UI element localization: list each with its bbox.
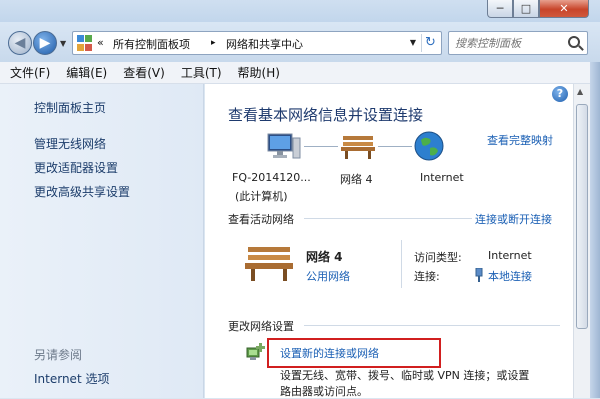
active-networks-title: 查看活动网络 — [228, 213, 294, 226]
network-type-link[interactable]: 公用网络 — [306, 268, 350, 284]
map-network-name: 网络 4 — [340, 173, 373, 186]
connections-label: 连接: — [414, 270, 440, 283]
maximize-button[interactable]: □ — [513, 0, 539, 18]
sidebar-item-control-panel-home[interactable]: 控制面板主页 — [34, 99, 106, 116]
breadcrumb-overflow[interactable]: « — [97, 36, 104, 49]
breadcrumb-separator[interactable]: ▸ — [211, 38, 216, 48]
menu-edit[interactable]: 编辑(E) — [56, 64, 113, 81]
network-bench-icon-large — [245, 247, 293, 281]
computer-icon[interactable] — [266, 130, 302, 162]
page-title: 查看基本网络信息并设置连接 — [228, 106, 424, 124]
menu-file[interactable]: 文件(F) — [0, 64, 56, 81]
forward-button[interactable]: ▶ — [33, 31, 57, 55]
refresh-icon[interactable]: ↻ — [421, 34, 439, 52]
connect-disconnect-link[interactable]: 连接或断开连接 — [475, 211, 552, 227]
breadcrumb-all-control-panel[interactable]: 所有控制面板项 — [113, 36, 190, 52]
access-type-value: Internet — [488, 249, 532, 262]
map-internet-label: Internet — [420, 171, 464, 184]
new-connection-icon — [246, 343, 265, 360]
help-icon[interactable]: ? — [552, 86, 568, 102]
ethernet-icon — [475, 268, 483, 282]
local-connection-link[interactable]: 本地连接 — [488, 268, 532, 284]
internet-globe-icon[interactable] — [413, 130, 445, 162]
highlight-box — [267, 338, 441, 368]
navigation-bar: ◀ ▶ ▼ « 所有控制面板项 ▸ 网络和共享中心 ▼ ↻ — [0, 22, 600, 62]
menu-help[interactable]: 帮助(H) — [228, 64, 286, 81]
menu-bar: 文件(F) 编辑(E) 查看(V) 工具(T) 帮助(H) — [0, 62, 600, 84]
setup-description-line2: 路由器或访问点。 — [280, 385, 368, 398]
sidebar-item-manage-wireless[interactable]: 管理无线网络 — [34, 135, 106, 152]
minimize-button[interactable]: ─ — [487, 0, 513, 18]
see-also-title: 另请参阅 — [34, 348, 83, 362]
section-divider — [304, 218, 472, 219]
map-connector — [378, 146, 412, 147]
menu-tools[interactable]: 工具(T) — [171, 64, 228, 81]
left-task-pane: 控制面板主页 管理无线网络 更改适配器设置 更改高级共享设置 另请参阅 Inte… — [0, 84, 204, 398]
sidebar-item-internet-options[interactable]: Internet 选项 — [34, 370, 109, 387]
vertical-divider — [401, 240, 402, 288]
active-network-name: 网络 4 — [306, 250, 343, 264]
address-bar[interactable]: « 所有控制面板项 ▸ 网络和共享中心 ▼ ↻ — [72, 31, 442, 55]
computer-name: FQ-2014120... — [232, 171, 311, 184]
control-panel-icon — [77, 35, 93, 51]
access-type-label: 访问类型: — [414, 251, 462, 264]
change-settings-title: 更改网络设置 — [228, 320, 294, 333]
sidebar-item-advanced-sharing[interactable]: 更改高级共享设置 — [34, 183, 130, 200]
menu-view[interactable]: 查看(V) — [113, 64, 171, 81]
arrow-right-icon: ▶ — [39, 35, 51, 51]
window-border — [590, 62, 600, 398]
breadcrumb-network-center[interactable]: 网络和共享中心 — [226, 36, 303, 52]
scroll-thumb[interactable] — [576, 104, 588, 329]
search-input[interactable] — [455, 35, 565, 51]
scroll-up-icon[interactable]: ▲ — [577, 87, 583, 96]
address-dropdown-icon[interactable]: ▼ — [406, 35, 420, 51]
search-box[interactable] — [448, 31, 588, 55]
back-button[interactable]: ◀ — [8, 31, 32, 55]
view-full-map-link[interactable]: 查看完整映射 — [487, 132, 553, 148]
search-icon[interactable] — [568, 36, 580, 48]
recent-pages-dropdown[interactable]: ▼ — [60, 39, 66, 48]
arrow-left-icon: ◀ — [14, 35, 26, 51]
map-connector — [304, 146, 338, 147]
vertical-scrollbar[interactable]: ▲ — [573, 84, 590, 398]
setup-description-line1: 设置无线、宽带、拨号、临时或 VPN 连接；或设置 — [280, 369, 530, 382]
sidebar-item-change-adapter[interactable]: 更改适配器设置 — [34, 159, 118, 176]
title-bar: ─ □ ✕ — [0, 0, 600, 22]
section-divider — [304, 325, 560, 326]
network-bench-icon[interactable] — [340, 132, 376, 160]
computer-subtitle: (此计算机) — [235, 190, 288, 203]
close-button[interactable]: ✕ — [539, 0, 589, 18]
